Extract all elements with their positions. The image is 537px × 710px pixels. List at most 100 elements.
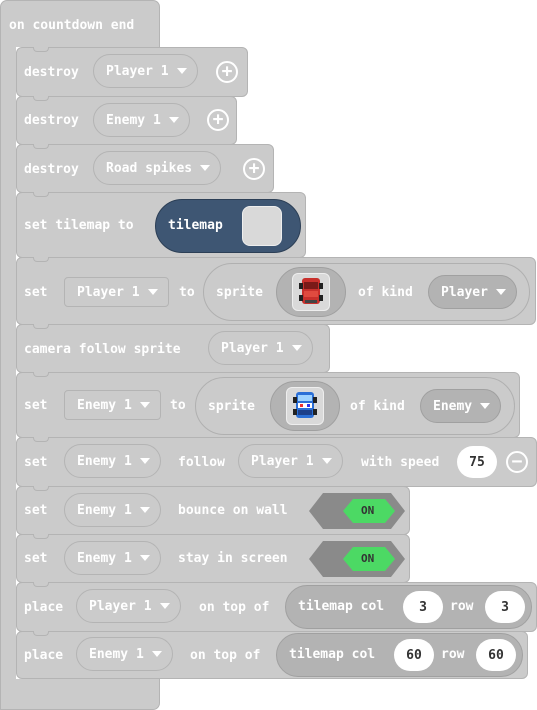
sprite-dropdown[interactable]: Road spikes	[93, 151, 222, 185]
event-hat-block[interactable]: on countdown end	[0, 0, 160, 47]
dropdown-value: Player 1	[251, 453, 314, 469]
minus-icon[interactable]: −	[506, 451, 528, 473]
dropdown-value: Enemy	[433, 398, 473, 414]
sprite-dropdown[interactable]: Player 1	[208, 331, 313, 365]
row-input[interactable]: 60	[476, 639, 516, 671]
row-input[interactable]: 3	[485, 591, 525, 623]
tilemap-reporter[interactable]: tilemap	[155, 199, 301, 253]
dropdown-value: Enemy 1	[77, 502, 132, 518]
set-keyword: set	[24, 455, 48, 470]
block-notch	[33, 257, 49, 262]
set-tilemap-keyword: set tilemap to	[24, 218, 134, 233]
caret-down-icon	[151, 651, 162, 657]
sprite-image-field[interactable]	[270, 381, 340, 431]
destroy-road-spikes-block[interactable]: destroy Road spikes +	[16, 144, 274, 193]
destroy-keyword: destroy	[24, 113, 79, 128]
dropdown-value: Enemy 1	[77, 397, 132, 413]
row-keyword: row	[450, 599, 474, 614]
block-notch	[33, 144, 49, 149]
set-keyword: set	[24, 551, 48, 566]
sprite-dropdown[interactable]: Enemy 1	[93, 103, 190, 137]
caret-down-icon	[139, 507, 150, 513]
blue-police-car-sprite-icon[interactable]	[286, 387, 324, 425]
target-dropdown[interactable]: Player 1	[238, 444, 343, 478]
caret-down-icon	[147, 289, 158, 295]
set-keyword: set	[24, 503, 48, 518]
sprite-dropdown[interactable]: Enemy 1	[64, 493, 161, 527]
destroy-player-block[interactable]: destroy Player 1 +	[16, 47, 248, 97]
col-input[interactable]: 60	[394, 639, 434, 671]
dropdown-value: Enemy 1	[89, 646, 144, 662]
set-tilemap-block[interactable]: set tilemap to tilemap	[16, 192, 306, 258]
camera-follow-block[interactable]: camera follow sprite Player 1	[16, 324, 330, 373]
block-notch	[33, 47, 49, 52]
dropdown-value: Enemy 1	[77, 453, 132, 469]
plus-icon[interactable]: +	[207, 109, 229, 131]
sprite-dropdown[interactable]: Player 1	[76, 589, 181, 623]
block-notch	[33, 96, 49, 101]
destroy-enemy-block[interactable]: destroy Enemy 1 +	[16, 96, 237, 145]
tilemap-location-reporter[interactable]: tilemap col 60 row 60	[276, 633, 523, 677]
of-kind-keyword: of kind	[358, 285, 413, 300]
camera-follow-keyword: camera follow sprite	[24, 342, 181, 357]
to-keyword: to	[179, 285, 195, 300]
block-notch	[33, 372, 49, 377]
sprite-keyword: sprite	[208, 399, 255, 414]
place-enemy-block[interactable]: place Enemy 1 on top of tilemap col 60 r…	[16, 631, 528, 679]
block-notch	[33, 631, 49, 636]
variable-dropdown[interactable]: Enemy 1	[64, 390, 161, 420]
follow-block[interactable]: set Enemy 1 follow Player 1 with speed 7…	[16, 437, 537, 487]
dropdown-value: Player 1	[89, 598, 152, 614]
variable-dropdown[interactable]: Player 1	[64, 277, 169, 307]
create-sprite-reporter[interactable]: sprite of kind Player	[203, 263, 530, 321]
caret-down-icon	[480, 403, 491, 409]
on-top-of-keyword: on top of	[199, 600, 270, 615]
sprite-dropdown[interactable]: Player 1	[93, 54, 198, 88]
col-input[interactable]: 3	[403, 591, 443, 623]
sprite-image-field[interactable]	[276, 267, 346, 317]
set-keyword: set	[24, 285, 48, 300]
bounce-on-wall-block[interactable]: set Enemy 1 bounce on wall ON	[16, 486, 410, 535]
place-keyword: place	[24, 648, 64, 663]
speed-input[interactable]: 75	[457, 446, 497, 478]
block-notch	[33, 324, 49, 329]
of-kind-keyword: of kind	[350, 399, 405, 414]
tilemap-location-reporter[interactable]: tilemap col 3 row 3	[285, 585, 532, 629]
sprite-dropdown[interactable]: Enemy 1	[64, 541, 161, 575]
on-top-of-keyword: on top of	[190, 648, 261, 663]
caret-down-icon	[139, 402, 150, 408]
destroy-keyword: destroy	[24, 65, 79, 80]
red-car-sprite-icon[interactable]	[292, 273, 330, 311]
event-label: on countdown end	[9, 18, 135, 33]
set-player-sprite-block[interactable]: set Player 1 to sprite of kind Player	[16, 257, 536, 325]
caret-down-icon	[200, 165, 211, 171]
plus-icon[interactable]: +	[243, 158, 265, 180]
on-toggle[interactable]: ON	[309, 493, 405, 529]
destroy-keyword: destroy	[24, 162, 79, 177]
create-sprite-reporter[interactable]: sprite of kind Enemy	[195, 377, 515, 435]
plus-icon[interactable]: +	[216, 61, 238, 83]
on-toggle[interactable]: ON	[309, 541, 405, 577]
sprite-dropdown[interactable]: Enemy 1	[76, 637, 173, 671]
caret-down-icon	[139, 555, 150, 561]
tilemap-col-keyword: tilemap col	[289, 647, 376, 662]
kind-dropdown[interactable]: Player	[428, 275, 517, 309]
sprite-dropdown[interactable]: Enemy 1	[64, 444, 161, 478]
place-player-block[interactable]: place Player 1 on top of tilemap col 3 r…	[16, 582, 537, 632]
set-keyword: set	[24, 398, 48, 413]
dropdown-value: Enemy 1	[77, 550, 132, 566]
dropdown-value: Player 1	[77, 284, 140, 300]
set-enemy-sprite-block[interactable]: set Enemy 1 to sprite of kind Enemy	[16, 372, 520, 438]
dropdown-value: Enemy 1	[106, 112, 161, 128]
event-block-footer	[0, 679, 160, 710]
caret-down-icon	[168, 117, 179, 123]
event-block-spine	[0, 46, 16, 681]
kind-dropdown[interactable]: Enemy	[420, 389, 502, 423]
place-keyword: place	[24, 600, 64, 615]
to-keyword: to	[170, 398, 186, 413]
tilemap-preview[interactable]	[242, 206, 282, 246]
stay-in-screen-block[interactable]: set Enemy 1 stay in screen ON	[16, 534, 410, 583]
toggle-state-label: ON	[361, 504, 375, 517]
stay-in-screen-keyword: stay in screen	[178, 551, 288, 566]
follow-keyword: follow	[178, 455, 225, 470]
